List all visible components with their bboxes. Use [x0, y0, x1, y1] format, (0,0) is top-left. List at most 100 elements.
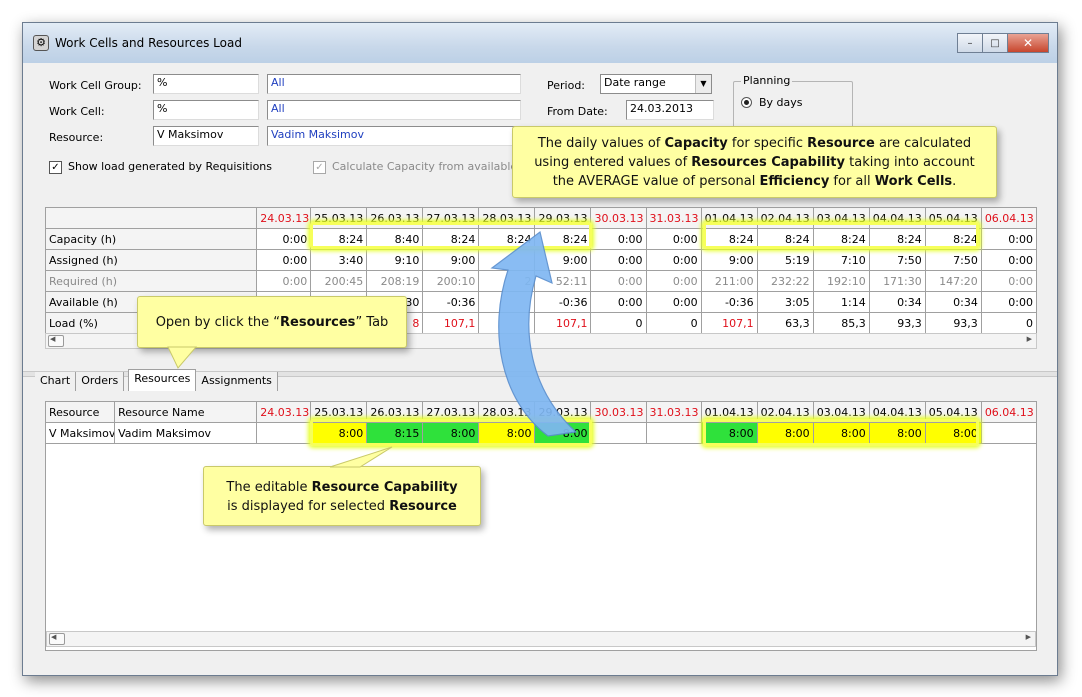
- load-cell[interactable]: 3:40: [310, 249, 368, 271]
- load-cell[interactable]: 8:24: [534, 228, 592, 250]
- load-cell[interactable]: 9:00: [700, 249, 758, 271]
- maximize-button[interactable]: □: [982, 33, 1008, 53]
- resource-name-input[interactable]: Vadim Maksimov: [267, 126, 521, 146]
- resource-name-cell[interactable]: Vadim Maksimov: [114, 422, 258, 444]
- load-cell[interactable]: 8:24: [310, 228, 368, 250]
- capability-cell[interactable]: 8:00: [812, 422, 870, 444]
- load-cell[interactable]: -0:36: [422, 291, 480, 313]
- load-cell[interactable]: 3:05: [756, 291, 814, 313]
- load-cell[interactable]: 0:00: [645, 228, 702, 250]
- load-cell[interactable]: 200:10: [422, 270, 480, 292]
- load-cell[interactable]: 0:00: [645, 270, 702, 292]
- load-cell[interactable]: 8:40: [366, 228, 424, 250]
- capability-cell[interactable]: 8:00: [868, 422, 926, 444]
- load-cell[interactable]: 8:24: [868, 228, 926, 250]
- load-cell[interactable]: 9:00: [534, 249, 592, 271]
- resource-row[interactable]: V Maksimov Vadim Maksimov 8:00 8:15 8:00 8:00…: [44, 422, 1038, 444]
- resource-code-input[interactable]: V Maksimov: [153, 126, 259, 146]
- capability-cell[interactable]: [256, 422, 312, 444]
- load-cell[interactable]: 8:24: [812, 228, 870, 250]
- load-cell[interactable]: 0:00: [256, 228, 312, 250]
- work-cell-group-name-input[interactable]: All: [267, 74, 521, 94]
- load-cell[interactable]: 107,1: [422, 312, 480, 334]
- show-load-checkbox[interactable]: ✓: [49, 161, 62, 174]
- load-cell[interactable]: 8:24: [924, 228, 982, 250]
- load-cell[interactable]: 7:50: [868, 249, 926, 271]
- close-button[interactable]: ✕: [1007, 33, 1049, 53]
- load-cell[interactable]: [478, 249, 536, 271]
- load-cell[interactable]: 52:11: [534, 270, 592, 292]
- arrow-right-icon[interactable]: ▶: [1026, 633, 1031, 641]
- load-cell[interactable]: 147:20: [924, 270, 982, 292]
- resources-grid-scrollbar[interactable]: ◀ ▶: [46, 631, 1036, 647]
- load-cell[interactable]: 0:00: [980, 291, 1038, 313]
- load-cell[interactable]: 0:00: [590, 228, 647, 250]
- load-cell[interactable]: 200:45: [310, 270, 368, 292]
- capability-cell[interactable]: [645, 422, 702, 444]
- load-cell[interactable]: 85,3: [812, 312, 870, 334]
- load-cell[interactable]: 2: [478, 270, 536, 292]
- capability-cell[interactable]: [980, 422, 1038, 444]
- capability-cell[interactable]: 8:00: [700, 422, 758, 444]
- work-cell-code-input[interactable]: %: [153, 100, 259, 120]
- load-cell[interactable]: 0: [980, 312, 1038, 334]
- calc-capacity-checkbox[interactable]: ✓: [313, 161, 326, 174]
- chevron-down-icon[interactable]: ▼: [695, 75, 711, 93]
- work-cell-group-code-input[interactable]: %: [153, 74, 259, 94]
- load-cell[interactable]: -0:36: [700, 291, 758, 313]
- load-cell[interactable]: 8:24: [700, 228, 758, 250]
- capability-cell[interactable]: 8:00: [534, 422, 592, 444]
- load-cell[interactable]: 107,1: [534, 312, 592, 334]
- load-cell[interactable]: 8:24: [478, 228, 536, 250]
- load-cell[interactable]: 0:00: [980, 228, 1038, 250]
- load-cell[interactable]: 93,3: [868, 312, 926, 334]
- load-cell[interactable]: 0: [590, 312, 647, 334]
- load-cell[interactable]: 0:00: [980, 249, 1038, 271]
- load-cell[interactable]: 107,1: [700, 312, 758, 334]
- arrow-right-icon[interactable]: ▶: [1027, 335, 1032, 343]
- capability-cell[interactable]: 8:15: [366, 422, 424, 444]
- load-cell[interactable]: 0:00: [590, 249, 647, 271]
- load-cell[interactable]: 63,3: [756, 312, 814, 334]
- load-cell[interactable]: 7:10: [812, 249, 870, 271]
- arrow-left-icon[interactable]: ◀: [51, 633, 56, 641]
- by-days-radio[interactable]: [741, 97, 752, 108]
- load-cell[interactable]: 232:22: [756, 270, 814, 292]
- load-cell[interactable]: 0:00: [980, 270, 1038, 292]
- load-cell[interactable]: 0:34: [868, 291, 926, 313]
- load-cell[interactable]: 9:00: [422, 249, 480, 271]
- load-cell[interactable]: 0:00: [645, 291, 702, 313]
- capability-cell[interactable]: 8:00: [422, 422, 480, 444]
- capability-cell[interactable]: 8:00: [478, 422, 536, 444]
- resource-code-cell[interactable]: V Maksimov: [44, 422, 116, 444]
- load-cell[interactable]: 211:00: [700, 270, 758, 292]
- load-cell[interactable]: 0:00: [645, 249, 702, 271]
- tab-assignments[interactable]: Assignments: [196, 372, 278, 391]
- capability-cell[interactable]: 8:00: [756, 422, 814, 444]
- load-cell[interactable]: 9:10: [366, 249, 424, 271]
- tab-resources[interactable]: Resources: [128, 369, 197, 391]
- load-cell[interactable]: 8:24: [422, 228, 480, 250]
- load-cell[interactable]: 0:00: [590, 270, 647, 292]
- load-cell[interactable]: 93,3: [924, 312, 982, 334]
- load-cell[interactable]: 192:10: [812, 270, 870, 292]
- load-cell[interactable]: 7:50: [924, 249, 982, 271]
- load-cell[interactable]: 0:00: [590, 291, 647, 313]
- load-cell[interactable]: 171:30: [868, 270, 926, 292]
- tab-chart[interactable]: Chart: [35, 372, 77, 391]
- work-cell-name-input[interactable]: All: [267, 100, 521, 120]
- minimize-button[interactable]: –: [957, 33, 983, 53]
- from-date-input[interactable]: 24.03.2013: [626, 100, 714, 120]
- load-cell[interactable]: [478, 312, 536, 334]
- load-cell[interactable]: 0:00: [256, 270, 312, 292]
- period-select[interactable]: Date range ▼: [600, 74, 712, 94]
- load-cell[interactable]: 5:19: [756, 249, 814, 271]
- load-cell[interactable]: 8:24: [756, 228, 814, 250]
- load-cell[interactable]: 0:00: [256, 249, 312, 271]
- load-cell[interactable]: 208:19: [366, 270, 424, 292]
- capability-cell[interactable]: 8:00: [924, 422, 982, 444]
- capability-cell[interactable]: [590, 422, 647, 444]
- load-cell[interactable]: [478, 291, 536, 313]
- load-cell[interactable]: 0: [645, 312, 702, 334]
- load-cell[interactable]: 0:34: [924, 291, 982, 313]
